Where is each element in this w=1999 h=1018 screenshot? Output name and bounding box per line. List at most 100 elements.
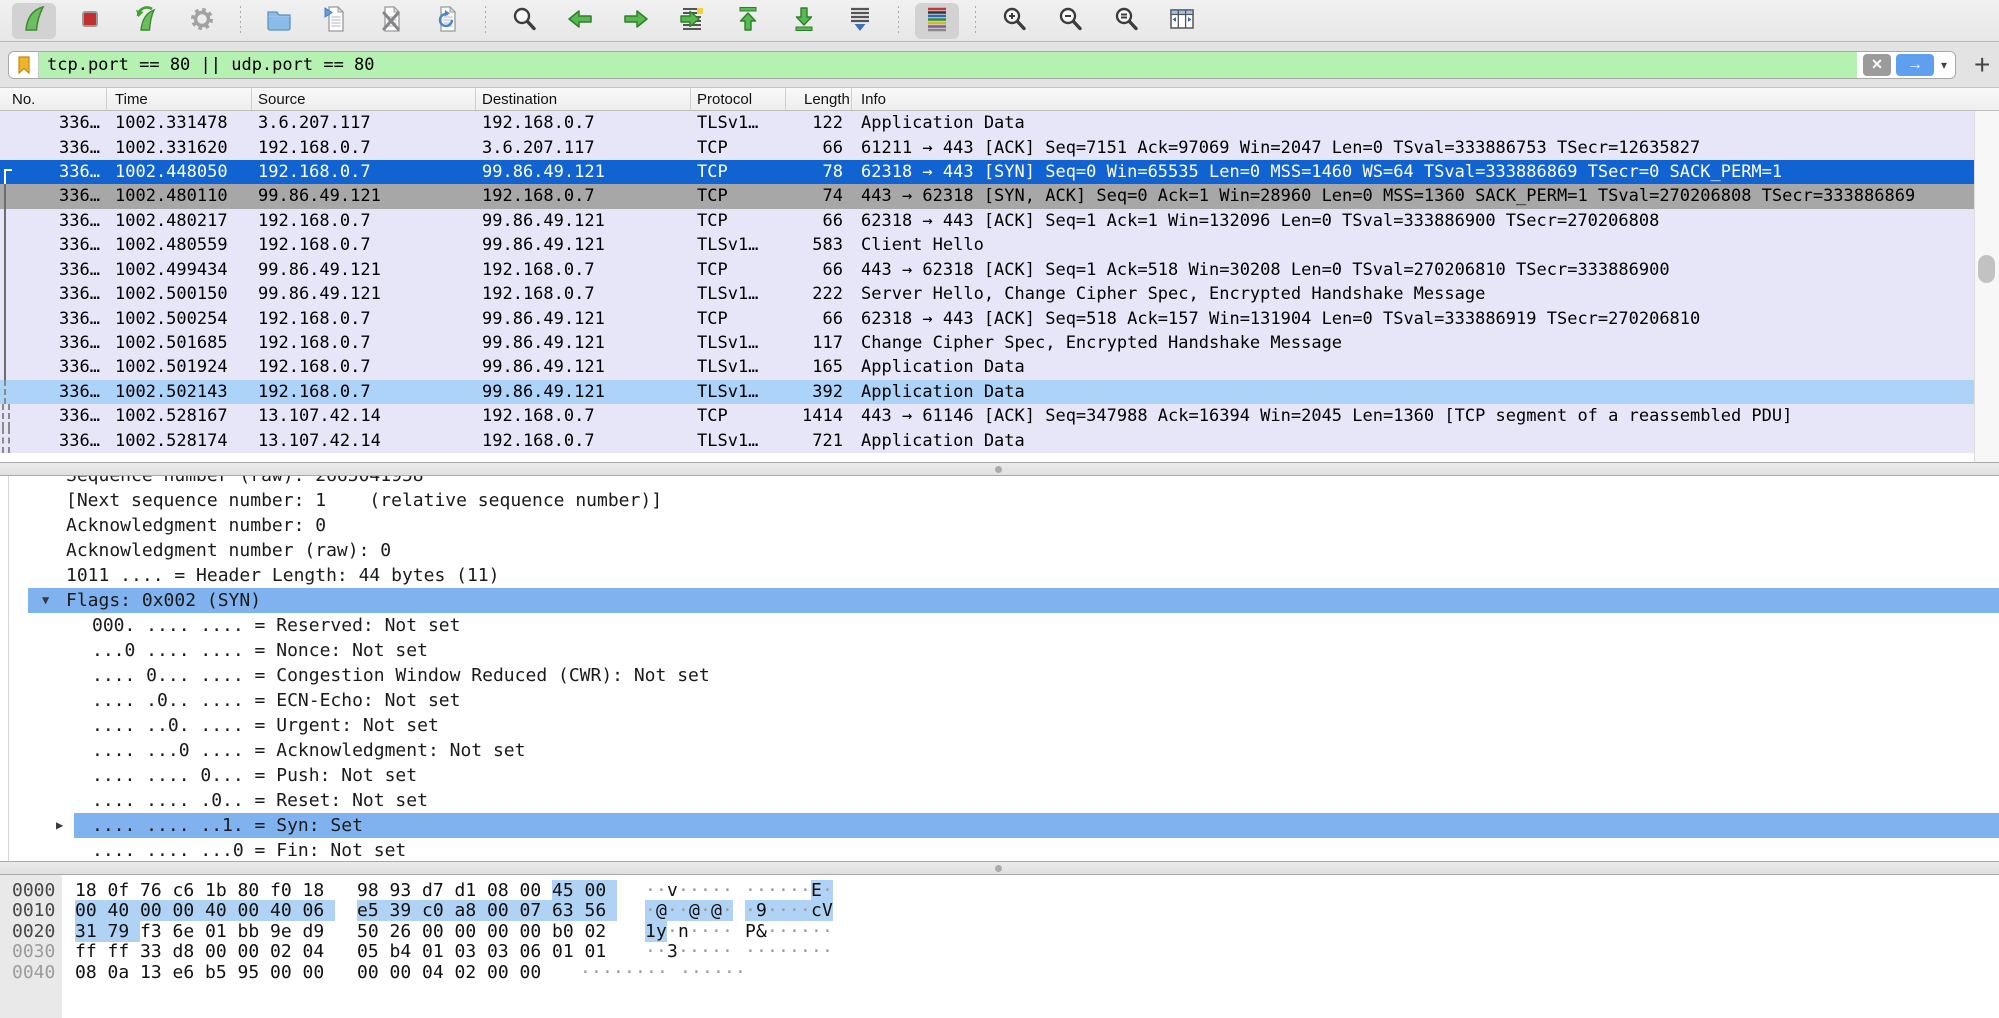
ascii-char[interactable]: · — [624, 962, 635, 983]
hex-byte[interactable]: 01 — [205, 921, 238, 942]
ascii-char[interactable]: · — [711, 941, 722, 962]
hex-byte[interactable]: 00 — [585, 880, 618, 901]
hex-byte[interactable]: 00 — [520, 962, 553, 983]
hex-byte[interactable]: 03 — [487, 941, 520, 962]
ascii-char[interactable]: · — [645, 900, 656, 921]
ascii-char[interactable]: · — [689, 941, 700, 962]
detail-line[interactable]: 000. .... .... = Reserved: Not set — [0, 613, 1999, 638]
hex-byte[interactable]: c6 — [173, 880, 206, 901]
hex-byte[interactable]: 00 — [140, 900, 173, 921]
packet-row[interactable]: 336…1002.448050192.168.0.799.86.49.121TC… — [0, 160, 1974, 184]
ascii-char[interactable]: y — [656, 921, 667, 942]
find-packet-button[interactable] — [502, 3, 546, 39]
packet-row[interactable]: 336…1002.331620192.168.0.73.6.207.117TCP… — [0, 135, 1974, 159]
detail-line[interactable]: 1011 .... = Header Length: 44 bytes (11) — [0, 563, 1999, 588]
ascii-char[interactable]: · — [778, 921, 789, 942]
ascii-char[interactable]: · — [722, 941, 733, 962]
ascii-char[interactable]: · — [656, 941, 667, 962]
ascii-char[interactable]: @ — [656, 900, 667, 921]
hex-byte[interactable]: 01 — [585, 941, 618, 962]
ascii-char[interactable]: · — [778, 941, 789, 962]
ascii-char[interactable]: · — [700, 880, 711, 901]
ascii-char[interactable]: · — [789, 900, 800, 921]
start-capture-button[interactable] — [12, 3, 56, 39]
column-header-time[interactable]: Time — [107, 88, 252, 110]
hex-byte[interactable]: 95 — [238, 962, 271, 983]
ascii-char[interactable]: · — [667, 921, 678, 942]
packet-list-scrollbar[interactable] — [1974, 111, 1999, 462]
hex-byte[interactable]: 00 — [270, 962, 303, 983]
ascii-char[interactable]: · — [667, 900, 678, 921]
ascii-char[interactable]: · — [778, 880, 789, 901]
hex-byte[interactable]: 33 — [140, 941, 173, 962]
hex-byte[interactable]: 39 — [390, 900, 423, 921]
hex-row[interactable]: 00203179f36e01bb9ed9502600000000b0021y·n… — [0, 921, 833, 942]
hex-byte[interactable]: 0a — [108, 962, 141, 983]
packet-row[interactable]: 336…1002.501924192.168.0.799.86.49.121TL… — [0, 355, 1974, 379]
packet-row[interactable]: 336…1002.502143192.168.0.799.86.49.121TL… — [0, 380, 1974, 404]
hex-byte[interactable]: 00 — [422, 921, 455, 942]
hex-byte[interactable]: ff — [75, 941, 108, 962]
hex-byte[interactable]: 98 — [357, 880, 390, 901]
detail-line[interactable]: Acknowledgment number (raw): 0 — [0, 538, 1999, 563]
go-first-button[interactable] — [726, 3, 770, 39]
ascii-char[interactable]: · — [722, 921, 733, 942]
detail-line[interactable]: Acknowledgment number: 0 — [0, 513, 1999, 538]
detail-line[interactable]: ...0 .... .... = Nonce: Not set — [0, 638, 1999, 663]
hex-byte[interactable]: 9e — [270, 921, 303, 942]
ascii-char[interactable]: · — [811, 921, 822, 942]
expand-arrow-icon[interactable]: ▶ — [56, 818, 63, 832]
filter-input[interactable]: tcp.port == 80 || udp.port == 80 — [39, 52, 1857, 78]
detail-line[interactable]: .... 0... .... = Congestion Window Reduc… — [0, 663, 1999, 688]
hex-byte[interactable]: 18 — [75, 880, 108, 901]
ascii-char[interactable]: · — [580, 962, 591, 983]
hex-byte[interactable]: 02 — [455, 962, 488, 983]
hex-byte[interactable]: 00 — [487, 962, 520, 983]
hex-byte[interactable]: 79 — [108, 921, 141, 942]
packet-row[interactable]: 336…1002.480559192.168.0.799.86.49.121TL… — [0, 233, 1974, 257]
auto-scroll-button[interactable] — [838, 3, 882, 39]
ascii-char[interactable]: v — [667, 880, 678, 901]
ascii-char[interactable]: · — [591, 962, 602, 983]
hex-byte[interactable]: bb — [238, 921, 271, 942]
ascii-char[interactable]: · — [756, 941, 767, 962]
close-file-button[interactable] — [369, 3, 413, 39]
save-file-button[interactable] — [313, 3, 357, 39]
hex-byte[interactable]: 45 — [552, 880, 585, 901]
ascii-char[interactable]: · — [645, 880, 656, 901]
hex-byte[interactable]: 02 — [270, 941, 303, 962]
hex-byte[interactable]: 00 — [455, 921, 488, 942]
hex-byte[interactable]: 93 — [390, 880, 423, 901]
ascii-char[interactable]: · — [767, 900, 778, 921]
restart-capture-button[interactable] — [124, 3, 168, 39]
ascii-char[interactable]: E — [811, 880, 822, 901]
ascii-char[interactable]: · — [635, 962, 646, 983]
ascii-char[interactable]: · — [645, 941, 656, 962]
hex-byte[interactable]: b4 — [390, 941, 423, 962]
hex-byte[interactable]: 00 — [487, 921, 520, 942]
filter-bookmark-button[interactable] — [9, 52, 39, 78]
ascii-char[interactable]: · — [800, 900, 811, 921]
detail-line[interactable]: .... .0.. .... = ECN-Echo: Not set — [0, 688, 1999, 713]
hex-byte[interactable]: 07 — [520, 900, 553, 921]
ascii-char[interactable]: · — [613, 962, 624, 983]
hex-byte[interactable]: 01 — [552, 941, 585, 962]
hex-byte[interactable]: 56 — [585, 900, 618, 921]
ascii-char[interactable]: · — [691, 962, 702, 983]
stop-capture-button[interactable] — [68, 3, 112, 39]
column-header-protocol[interactable]: Protocol — [691, 88, 786, 110]
hex-row[interactable]: 0000180f76c61b80f0189893d7d108004500··v·… — [0, 880, 833, 901]
hex-byte[interactable]: 03 — [455, 941, 488, 962]
hex-byte[interactable]: 00 — [238, 900, 271, 921]
ascii-char[interactable]: · — [822, 880, 833, 901]
hex-byte[interactable]: 76 — [140, 880, 173, 901]
hex-byte[interactable]: 08 — [75, 962, 108, 983]
hex-byte[interactable]: 06 — [520, 941, 553, 962]
ascii-char[interactable]: · — [656, 880, 667, 901]
ascii-char[interactable]: n — [678, 921, 689, 942]
hex-byte[interactable]: 40 — [205, 900, 238, 921]
hex-byte[interactable]: f0 — [270, 880, 303, 901]
go-last-button[interactable] — [782, 3, 826, 39]
packet-row[interactable]: 336…1002.480217192.168.0.799.86.49.121TC… — [0, 209, 1974, 233]
hex-byte[interactable]: 06 — [303, 900, 336, 921]
